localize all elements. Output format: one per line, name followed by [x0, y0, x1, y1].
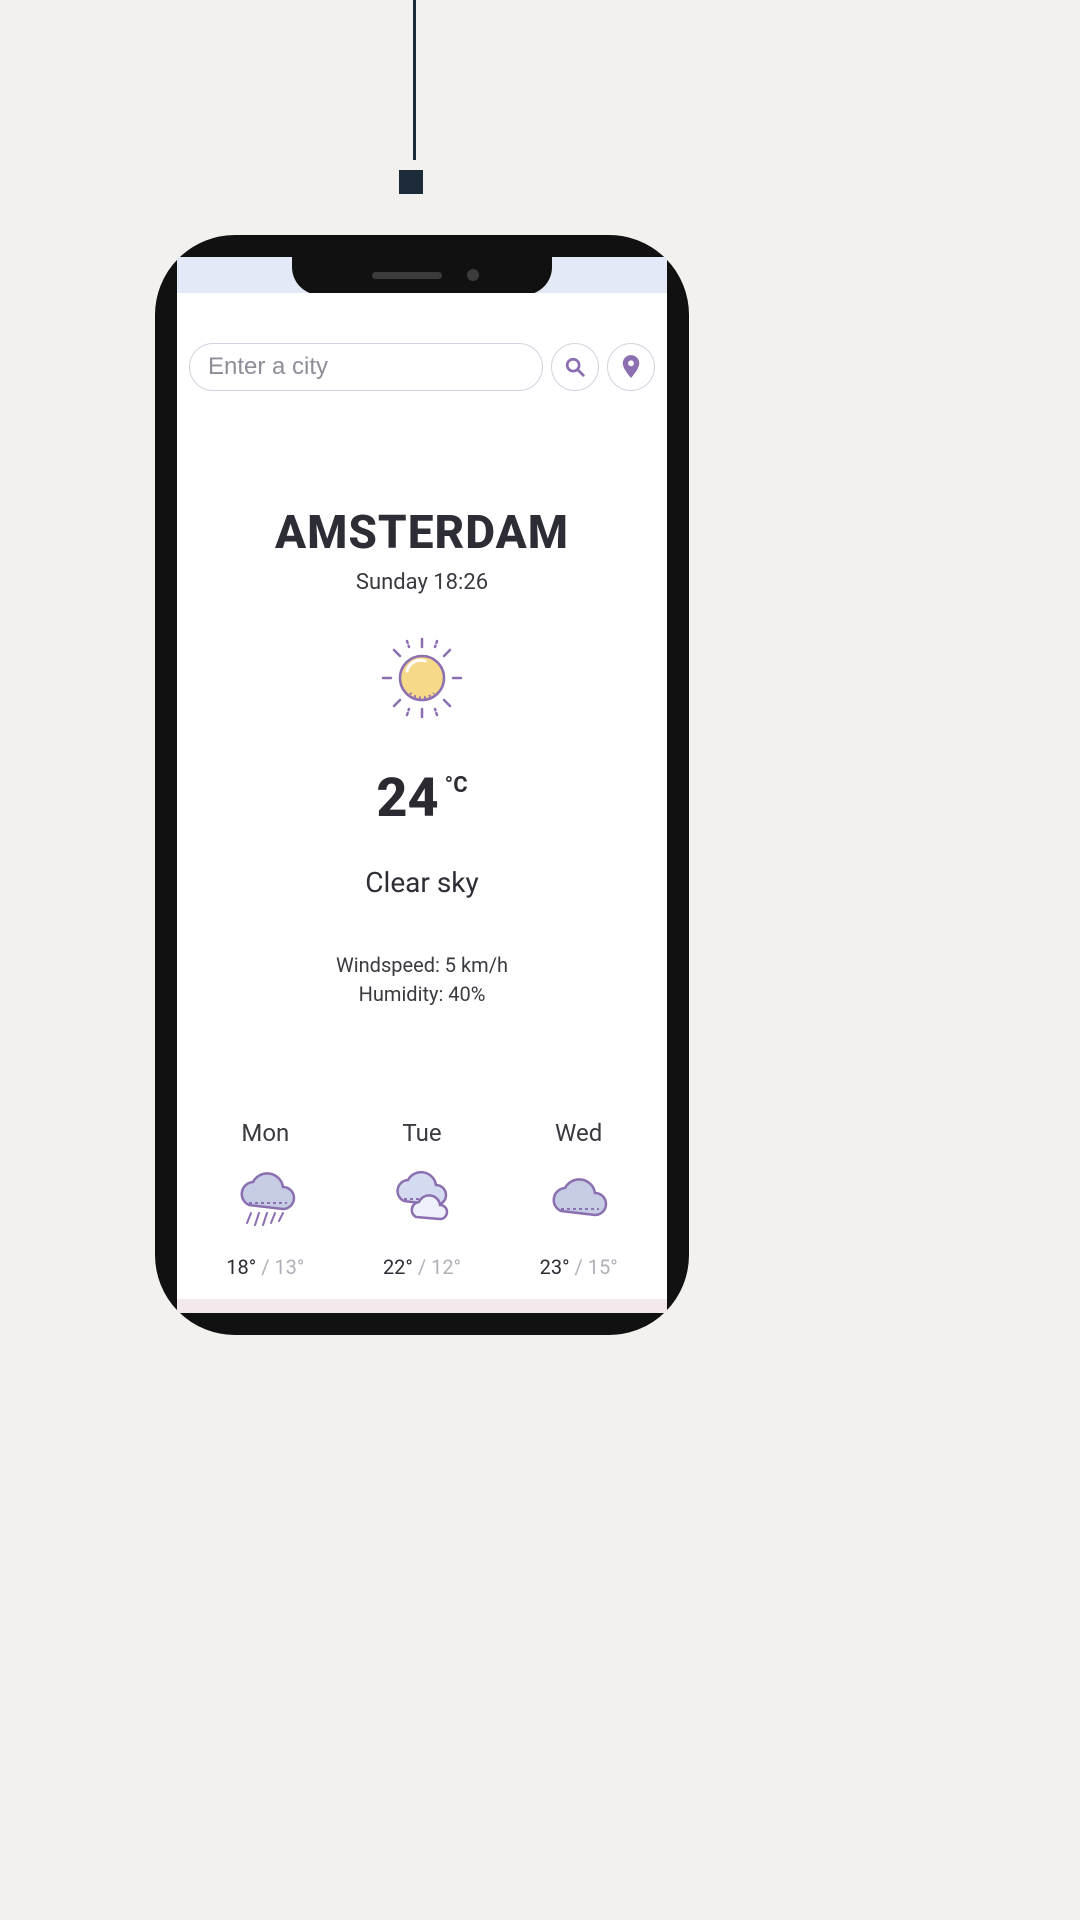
- decorative-square: [399, 170, 423, 194]
- phone-mute-switch: [169, 417, 177, 457]
- forecast-day-name: Wed: [555, 1119, 602, 1147]
- temperature-unit: °C: [445, 773, 468, 798]
- forecast-lo: 15°: [588, 1255, 618, 1279]
- rain-cloud-icon: [229, 1167, 301, 1235]
- search-button[interactable]: [551, 343, 599, 391]
- forecast-hi: 18°: [226, 1255, 256, 1279]
- phone-power-button: [667, 502, 675, 612]
- cloud-icon: [543, 1167, 615, 1235]
- forecast-lo: 12°: [431, 1255, 461, 1279]
- forecast-hi: 23°: [540, 1255, 570, 1279]
- sun-icon: [377, 633, 467, 723]
- temperature-value: 24: [376, 767, 438, 830]
- forecast-day: Wed 23° / 15°: [540, 1119, 618, 1279]
- app-screen: AMSTERDAM Sunday 18:26: [177, 293, 667, 1299]
- weather-condition: Clear sky: [365, 866, 478, 899]
- decorative-line: [413, 0, 416, 160]
- forecast-day-name: Mon: [241, 1119, 289, 1147]
- phone-volume-up: [169, 482, 177, 554]
- city-search-input[interactable]: [189, 343, 543, 391]
- partly-cloudy-icon: [386, 1167, 458, 1235]
- phone-volume-down: [169, 577, 177, 649]
- forecast-lo: 13°: [274, 1255, 304, 1279]
- forecast-row: Mon 18° / 13°: [187, 1119, 657, 1279]
- city-name: AMSTERDAM: [275, 506, 569, 560]
- search-icon: [564, 356, 586, 378]
- forecast-day-name: Tue: [402, 1119, 441, 1147]
- current-weather-icon: [377, 633, 467, 727]
- forecast-day: Tue 22° / 12°: [383, 1119, 461, 1279]
- windspeed-label: Windspeed: 5 km/h: [336, 951, 508, 980]
- weather-meta: Windspeed: 5 km/h Humidity: 40%: [336, 951, 508, 1009]
- footer-bar: [177, 1299, 667, 1313]
- date-time: Sunday 18:26: [356, 570, 488, 595]
- forecast-temps: 23° / 15°: [540, 1255, 618, 1279]
- forecast-temps: 22° / 12°: [383, 1255, 461, 1279]
- current-location-button[interactable]: [607, 343, 655, 391]
- phone-frame: AMSTERDAM Sunday 18:26: [155, 235, 689, 1335]
- search-row: [187, 343, 657, 391]
- temperature-row: 24 °C: [376, 767, 467, 830]
- forecast-temps: 18° / 13°: [226, 1255, 304, 1279]
- forecast-day: Mon 18° / 13°: [226, 1119, 304, 1279]
- location-icon: [620, 355, 642, 379]
- forecast-hi: 22°: [383, 1255, 413, 1279]
- humidity-label: Humidity: 40%: [336, 980, 508, 1009]
- phone-notch: [292, 257, 552, 295]
